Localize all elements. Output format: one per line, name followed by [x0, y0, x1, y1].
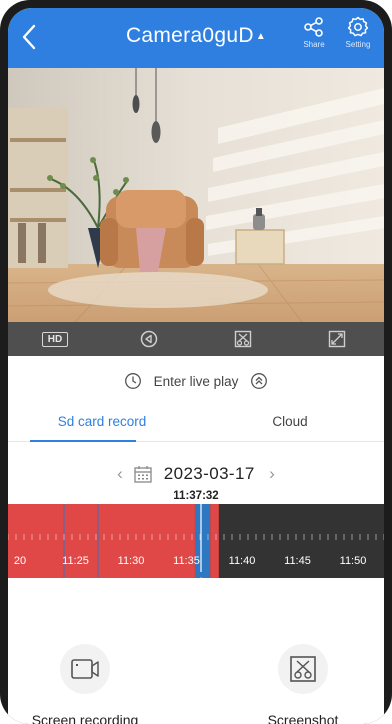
- setting-label: Setting: [345, 40, 371, 49]
- prev-day-button[interactable]: ‹: [111, 464, 129, 484]
- timeline-svg: 2011:2511:3011:3511:4011:4511:5011:5: [8, 504, 384, 578]
- record-icon-wrap: [60, 644, 110, 694]
- timeline-label-5: 11:45: [284, 555, 311, 567]
- fullscreen-icon: [328, 330, 346, 348]
- screen-recording-button[interactable]: Screen recording: [10, 644, 160, 724]
- tab-cloud-label: Cloud: [272, 414, 308, 429]
- share-icon: [304, 17, 323, 37]
- live-video-feed[interactable]: [8, 68, 384, 330]
- tab-sd-card-record[interactable]: Sd card record: [8, 408, 196, 442]
- timeline-segment-2: [210, 504, 219, 578]
- enter-live-play[interactable]: Enter live play: [8, 372, 384, 390]
- screenshot-control-button[interactable]: [221, 326, 265, 352]
- hd-icon: HD: [41, 331, 69, 347]
- screen-recording-label: Screen recording: [31, 712, 139, 724]
- share-button[interactable]: Share: [294, 16, 334, 49]
- setting-button[interactable]: Setting: [338, 16, 378, 49]
- gear-icon: [347, 16, 369, 37]
- talk-icon: [140, 330, 158, 348]
- selected-date[interactable]: 2023-03-17: [164, 464, 255, 484]
- timeline-segment-0: [8, 504, 195, 578]
- timeline-label-3: 11:35: [173, 555, 200, 567]
- hd-button[interactable]: HD: [33, 326, 77, 352]
- current-time: 11:37:32: [173, 490, 219, 502]
- timeline-label-2: 11:30: [118, 555, 145, 567]
- share-label: Share: [303, 40, 325, 49]
- timeline-label-6: 11:50: [340, 555, 367, 567]
- record-timeline[interactable]: 2011:2511:3011:3511:4011:4511:5011:5: [8, 504, 384, 578]
- date-navigator: ‹ 2023-03-17 ›: [8, 464, 384, 484]
- screenshot-icon-wrap: [278, 644, 328, 694]
- screenshot-button[interactable]: Screenshot: [228, 644, 378, 724]
- video-camera-icon: [71, 659, 99, 679]
- screenshot-label: Screenshot: [267, 712, 339, 724]
- next-day-button[interactable]: ›: [263, 464, 281, 484]
- timeline-label-1: 11:25: [62, 555, 89, 567]
- timeline-label-0: 20: [14, 555, 26, 567]
- clock-icon: [124, 373, 141, 389]
- tab-cloud[interactable]: Cloud: [196, 408, 384, 441]
- bottom-actions: Screen recording Screenshot: [8, 644, 384, 724]
- scissors-screenshot-icon: [290, 656, 316, 682]
- tab-sd-card-record-label: Sd card record: [57, 414, 147, 429]
- video-controls: HD: [8, 322, 384, 356]
- double-chevron-up-icon: [251, 373, 268, 389]
- record-tabs: Sd card record Cloud: [8, 408, 384, 442]
- enter-live-play-label: Enter live play: [153, 373, 239, 389]
- timeline-label-4: 11:40: [229, 555, 256, 567]
- calendar-icon[interactable]: [133, 464, 153, 484]
- phone-frame: Camera0guD ▲ Share Setting HD Enter live…: [0, 0, 392, 724]
- video-frame: [8, 68, 384, 330]
- screenshot-icon: [234, 330, 252, 348]
- talk-button[interactable]: [127, 326, 171, 352]
- caret-up-icon: ▲: [255, 30, 267, 42]
- camera-name: Camera0guD: [125, 24, 254, 47]
- app-screen: Camera0guD ▲ Share Setting HD Enter live…: [8, 8, 384, 724]
- fullscreen-button[interactable]: [315, 326, 359, 352]
- header-bar: Camera0guD ▲ Share Setting: [8, 8, 384, 68]
